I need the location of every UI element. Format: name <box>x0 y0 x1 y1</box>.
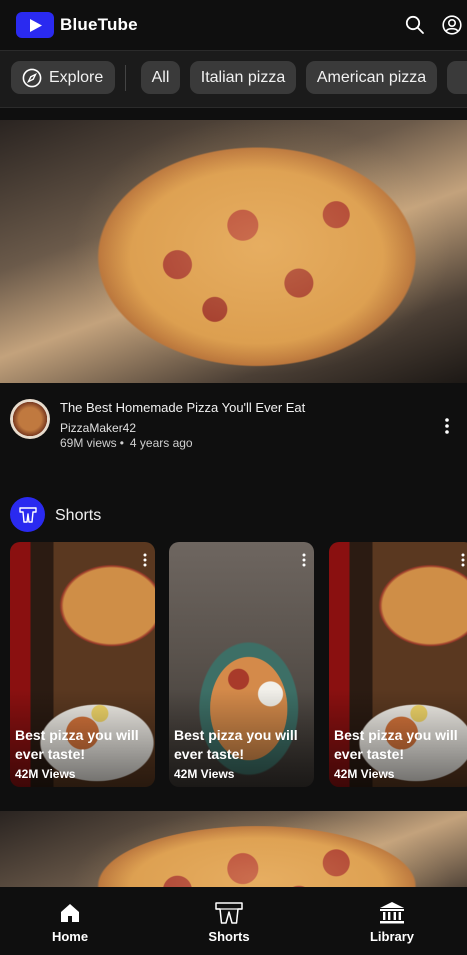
top-app-bar: BlueTube <box>0 0 467 50</box>
short-more-options-icon[interactable] <box>139 552 151 568</box>
shorts-nav-icon <box>215 902 243 924</box>
short-views: 42M Views <box>174 767 235 781</box>
video-info: The Best Homemade Pizza You'll Ever Eat … <box>0 383 467 463</box>
nav-library-label: Library <box>369 929 415 944</box>
view-count: 69M views <box>60 436 117 450</box>
search-icon[interactable] <box>405 15 425 35</box>
shorts-label: Shorts <box>55 507 102 524</box>
chip-partial[interactable] <box>447 61 467 94</box>
explore-label: Explore <box>49 69 104 86</box>
short-title: Best pizza you will ever taste! <box>334 727 458 762</box>
nav-home[interactable]: Home <box>30 887 110 955</box>
upload-age: 4 years ago <box>129 436 193 450</box>
chip-all[interactable]: All <box>141 61 180 94</box>
channel-name[interactable]: PizzaMaker42 <box>60 421 136 435</box>
home-icon <box>61 904 79 922</box>
logo-play-icon[interactable] <box>16 12 54 38</box>
short-views: 42M Views <box>15 767 76 781</box>
shorts-icon <box>10 497 45 532</box>
short-more-options-icon[interactable] <box>457 552 467 568</box>
short-card[interactable]: Best pizza you will ever taste! 42M View… <box>329 542 467 787</box>
video-meta: 69M views • 4 years ago <box>60 436 193 450</box>
more-options-icon[interactable] <box>439 417 455 435</box>
video-thumbnail[interactable] <box>0 120 467 383</box>
short-more-options-icon[interactable] <box>298 552 310 568</box>
chip-italian-pizza[interactable]: Italian pizza <box>190 61 296 94</box>
short-title: Best pizza you will ever taste! <box>174 727 298 762</box>
short-card[interactable]: Best pizza you will ever taste! 42M View… <box>10 542 155 787</box>
bottom-navigation: Home Shorts Library <box>0 887 467 955</box>
nav-shorts[interactable]: Shorts <box>189 887 269 955</box>
library-icon <box>380 902 404 924</box>
chip-american-pizza[interactable]: American pizza <box>306 61 437 94</box>
nav-shorts-label: Shorts <box>208 929 250 944</box>
short-card[interactable]: Best pizza you will ever taste! 42M View… <box>169 542 314 787</box>
account-icon[interactable] <box>442 15 462 35</box>
channel-avatar[interactable] <box>10 399 50 439</box>
chip-divider <box>125 65 126 91</box>
short-title: Best pizza you will ever taste! <box>15 727 139 762</box>
app-title: BlueTube <box>60 15 138 34</box>
nav-library[interactable]: Library <box>352 887 432 955</box>
short-views: 42M Views <box>334 767 395 781</box>
video-title[interactable]: The Best Homemade Pizza You'll Ever Eat <box>60 400 305 415</box>
category-chip-bar: Explore All Italian pizza American pizza <box>0 50 467 108</box>
meta-separator: • <box>119 436 124 450</box>
nav-home-label: Home <box>51 929 89 944</box>
explore-chip[interactable]: Explore <box>11 61 115 94</box>
